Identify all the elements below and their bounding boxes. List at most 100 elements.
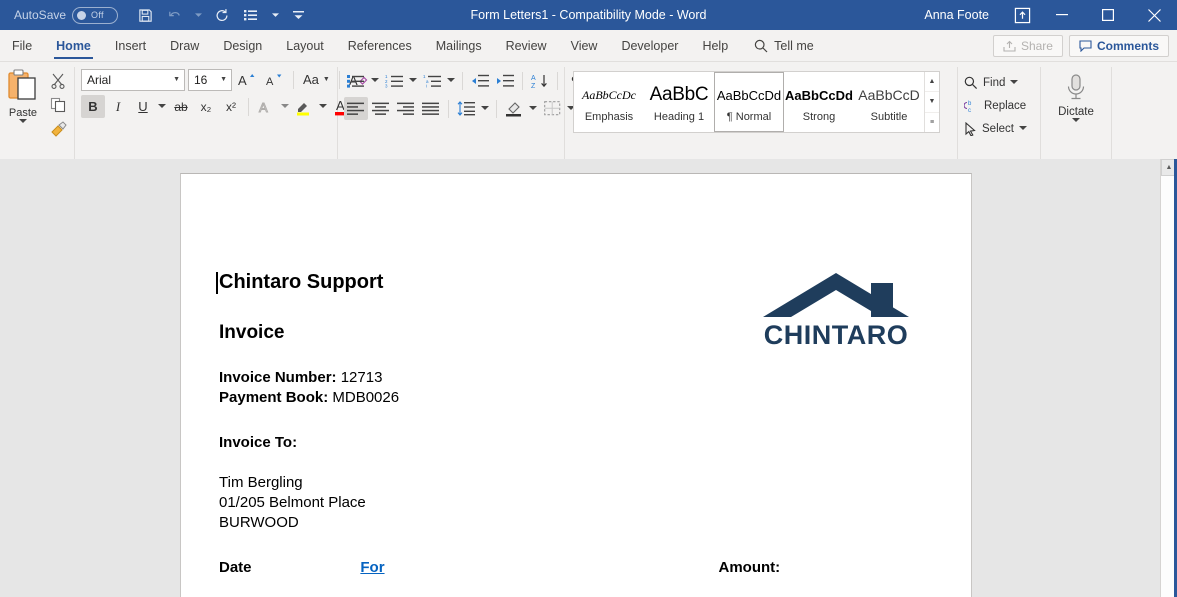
column-header-for-link[interactable]: For xyxy=(360,559,384,576)
tab-review[interactable]: Review xyxy=(494,30,559,61)
bullets-dropdown-icon[interactable] xyxy=(369,69,381,92)
shading-dropdown-icon[interactable] xyxy=(527,97,539,120)
copy-button[interactable] xyxy=(46,94,70,116)
autosave-toggle-knob xyxy=(77,10,87,20)
style-preview: AaBbCcDd xyxy=(716,87,782,103)
decrease-indent-icon[interactable] xyxy=(468,69,492,92)
tell-me-search[interactable]: Tell me xyxy=(740,30,814,61)
tab-design[interactable]: Design xyxy=(211,30,274,61)
share-button[interactable]: Share xyxy=(992,34,1063,57)
account-user-name[interactable]: Anna Foote xyxy=(924,8,989,22)
justify-icon[interactable] xyxy=(419,97,443,120)
dictate-dropdown-icon[interactable] xyxy=(1072,118,1080,123)
tab-mailings[interactable]: Mailings xyxy=(424,30,494,61)
minimize-button[interactable] xyxy=(1039,0,1085,30)
quick-access-list-icon[interactable] xyxy=(238,3,264,27)
autosave-toggle[interactable]: Off xyxy=(72,6,119,24)
svg-text:Z: Z xyxy=(531,83,536,89)
numbering-icon[interactable]: 123 xyxy=(382,69,406,92)
sort-az-icon[interactable]: AZ xyxy=(528,69,552,92)
tab-developer[interactable]: Developer xyxy=(609,30,690,61)
style-subtitle[interactable]: AaBbCcD Subtitle xyxy=(854,72,924,132)
highlight-dropdown-icon[interactable] xyxy=(317,95,329,118)
grow-font-icon[interactable]: A xyxy=(235,68,259,91)
style-name: Emphasis xyxy=(584,111,634,123)
style-normal[interactable]: AaBbCcDd ¶ Normal xyxy=(714,72,784,132)
comments-button[interactable]: Comments xyxy=(1068,34,1169,57)
autosave-control[interactable]: AutoSave Off xyxy=(14,6,119,24)
table-header-row: Date For Amount: xyxy=(219,559,907,576)
gallery-scroll-down-icon[interactable]: ▼ xyxy=(925,92,939,113)
tab-help[interactable]: Help xyxy=(690,30,740,61)
autosave-label: AutoSave xyxy=(14,8,67,22)
search-icon xyxy=(964,76,978,90)
select-button[interactable]: Select xyxy=(964,118,1027,139)
select-dropdown-icon[interactable] xyxy=(1018,126,1027,131)
style-emphasis[interactable]: AaBbCcDc Emphasis xyxy=(574,72,644,132)
align-center-icon[interactable] xyxy=(369,97,393,120)
comment-bubble-icon xyxy=(1079,39,1092,52)
bold-button[interactable]: B xyxy=(81,95,105,118)
multilevel-list-icon[interactable]: 1ai xyxy=(420,69,444,92)
title-bar: AutoSave Off Form Letters1 - Compatibili… xyxy=(0,0,1177,30)
paste-button[interactable]: Paste xyxy=(0,66,46,124)
superscript-button[interactable]: x² xyxy=(219,95,243,118)
multilevel-dropdown-icon[interactable] xyxy=(445,69,457,92)
document-page[interactable]: Chintaro Support Invoice Invoice Number:… xyxy=(180,173,972,597)
column-header-for: For xyxy=(360,559,718,576)
undo-dropdown-icon[interactable] xyxy=(190,3,206,27)
subscript-button[interactable]: x₂ xyxy=(194,95,218,118)
style-heading-1[interactable]: AaBbC Heading 1 xyxy=(644,72,714,132)
quick-access-list-dropdown-icon[interactable] xyxy=(267,3,283,27)
close-button[interactable] xyxy=(1131,0,1177,30)
save-icon[interactable] xyxy=(132,3,158,27)
superscript-label: x² xyxy=(226,99,236,114)
align-right-icon[interactable] xyxy=(394,97,418,120)
ribbon-display-options-icon[interactable] xyxy=(1005,0,1039,30)
dictate-button[interactable]: Dictate xyxy=(1041,66,1111,123)
font-name-value: Arial xyxy=(87,72,112,87)
undo-icon[interactable] xyxy=(161,3,187,27)
tab-insert[interactable]: Insert xyxy=(103,30,158,61)
underline-button[interactable]: U xyxy=(131,95,155,118)
bullets-icon[interactable] xyxy=(344,69,368,92)
tab-view[interactable]: View xyxy=(559,30,610,61)
italic-button[interactable]: I xyxy=(106,95,130,118)
shading-icon[interactable] xyxy=(502,97,526,120)
find-dropdown-icon[interactable] xyxy=(1010,80,1019,85)
style-strong[interactable]: AaBbCcDd Strong xyxy=(784,72,854,132)
font-name-combo[interactable]: Arial ▼ xyxy=(81,68,185,91)
line-spacing-icon[interactable] xyxy=(454,97,478,120)
align-left-icon[interactable] xyxy=(344,97,368,120)
shrink-font-icon[interactable]: A xyxy=(262,68,286,91)
gallery-more-icon[interactable]: ≡ xyxy=(925,113,939,132)
numbering-dropdown-icon[interactable] xyxy=(407,69,419,92)
font-size-combo[interactable]: 16 ▼ xyxy=(188,68,232,91)
maximize-button[interactable] xyxy=(1085,0,1131,30)
format-painter-button[interactable] xyxy=(46,118,70,140)
line-spacing-dropdown-icon[interactable] xyxy=(479,97,491,120)
payment-book-label: Payment Book: xyxy=(219,388,329,406)
strikethrough-button[interactable]: ab xyxy=(169,95,193,118)
customize-quick-access-icon[interactable] xyxy=(286,3,312,27)
text-effects-dropdown-icon[interactable] xyxy=(279,95,291,118)
tab-file[interactable]: File xyxy=(0,30,44,61)
find-button[interactable]: Find xyxy=(964,72,1027,93)
tab-draw[interactable]: Draw xyxy=(158,30,211,61)
font-size-value: 16 xyxy=(194,72,208,87)
tab-references[interactable]: References xyxy=(336,30,424,61)
gallery-scroll-up-icon[interactable]: ▲ xyxy=(925,72,939,93)
redo-icon[interactable] xyxy=(209,3,235,27)
text-effects-button[interactable]: A xyxy=(254,95,278,118)
paste-dropdown-icon[interactable] xyxy=(19,119,27,124)
borders-icon[interactable] xyxy=(540,97,564,120)
underline-dropdown-icon[interactable] xyxy=(156,95,168,118)
replace-button[interactable]: bc Replace xyxy=(964,95,1027,116)
text-highlight-icon[interactable] xyxy=(292,95,316,118)
tab-layout[interactable]: Layout xyxy=(274,30,336,61)
change-case-button[interactable]: Aa ▼ xyxy=(301,68,332,91)
tab-home[interactable]: Home xyxy=(44,30,103,61)
underline-label: U xyxy=(138,99,148,114)
cut-button[interactable] xyxy=(46,70,70,92)
increase-indent-icon[interactable] xyxy=(493,69,517,92)
